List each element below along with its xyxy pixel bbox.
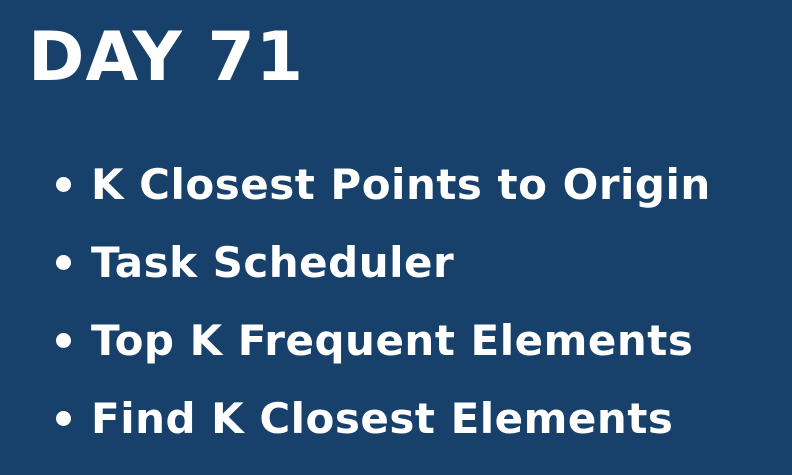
topic-label: Top K Frequent Elements xyxy=(91,316,694,365)
slide: DAY 71 K Closest Points to Origin Task S… xyxy=(0,0,792,475)
bullet-icon xyxy=(56,333,71,348)
bullet-icon xyxy=(56,177,71,192)
slide-title: DAY 71 xyxy=(28,18,305,97)
topic-label: Task Scheduler xyxy=(91,238,455,287)
topic-label: K Closest Points to Origin xyxy=(91,160,711,209)
topic-label: Find K Closest Elements xyxy=(91,394,674,443)
bullet-icon xyxy=(56,255,71,270)
bullet-icon xyxy=(56,411,71,426)
